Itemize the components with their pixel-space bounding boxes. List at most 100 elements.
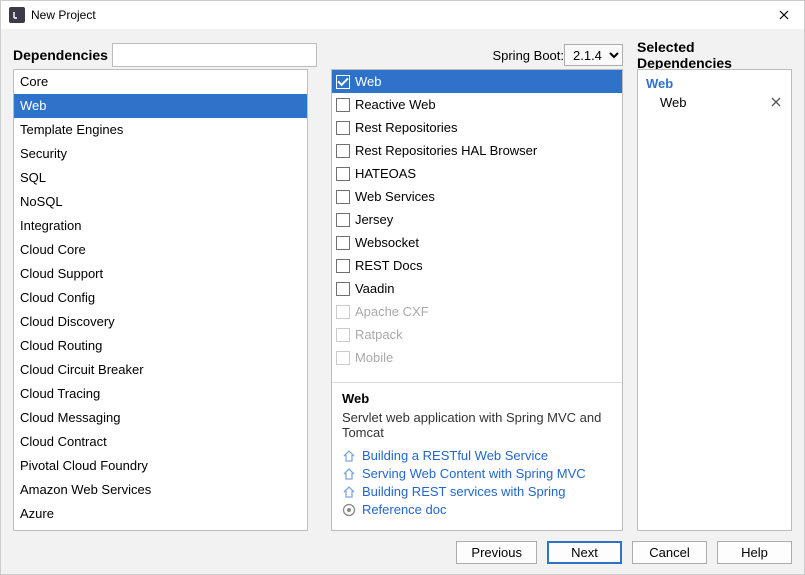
- detail-link[interactable]: Building REST services with Spring: [342, 484, 612, 499]
- dependency-label: Apache CXF: [355, 302, 429, 321]
- dependency-label: Web Services: [355, 187, 435, 206]
- dependency-checkbox: [336, 328, 350, 342]
- category-item[interactable]: Cloud Config: [14, 286, 307, 310]
- selected-item-label: Web: [646, 95, 769, 110]
- dependency-label: Reactive Web: [355, 95, 436, 114]
- dependency-item[interactable]: Vaadin: [332, 277, 622, 300]
- category-item[interactable]: Template Engines: [14, 118, 307, 142]
- search-container: [112, 43, 317, 67]
- previous-button[interactable]: Previous: [456, 541, 537, 564]
- remove-selected-button[interactable]: [769, 95, 783, 110]
- footer-buttons: Previous Next Cancel Help: [13, 531, 792, 564]
- cancel-button[interactable]: Cancel: [632, 541, 707, 564]
- titlebar: New Project: [1, 1, 804, 29]
- selected-item: Web: [638, 93, 791, 112]
- dependency-item[interactable]: Rest Repositories HAL Browser: [332, 139, 622, 162]
- close-button[interactable]: [772, 5, 796, 25]
- spring-boot-version-select[interactable]: 2.1.4: [564, 44, 623, 66]
- spring-boot-label: Spring Boot:: [492, 48, 564, 63]
- selected-dependencies-label: Selected Dependencies: [637, 39, 792, 71]
- categories-header: Dependencies: [13, 41, 317, 69]
- dependency-item[interactable]: Jersey: [332, 208, 622, 231]
- category-list[interactable]: CoreWebTemplate EnginesSecuritySQLNoSQLI…: [13, 69, 308, 531]
- detail-link-label: Reference doc: [362, 502, 447, 517]
- dependency-item[interactable]: REST Docs: [332, 254, 622, 277]
- detail-link[interactable]: Reference doc: [342, 502, 612, 517]
- category-item[interactable]: Pivotal Cloud Foundry: [14, 454, 307, 478]
- dependency-item[interactable]: Web: [332, 70, 622, 93]
- dependency-checkbox[interactable]: [336, 259, 350, 273]
- category-item[interactable]: NoSQL: [14, 190, 307, 214]
- dependency-label: REST Docs: [355, 256, 423, 275]
- home-icon: [342, 449, 356, 463]
- category-item[interactable]: Cloud Contract: [14, 430, 307, 454]
- category-item[interactable]: Cloud Core: [14, 238, 307, 262]
- dependency-item[interactable]: Reactive Web: [332, 93, 622, 116]
- category-item[interactable]: Security: [14, 142, 307, 166]
- dependency-checkbox[interactable]: [336, 190, 350, 204]
- dependency-label: Vaadin: [355, 279, 395, 298]
- dependency-detail: Web Servlet web application with Spring …: [332, 383, 622, 530]
- dependency-checkbox[interactable]: [336, 144, 350, 158]
- category-item[interactable]: Amazon Web Services: [14, 478, 307, 502]
- detail-link[interactable]: Serving Web Content with Spring MVC: [342, 466, 612, 481]
- category-item[interactable]: Cloud Routing: [14, 334, 307, 358]
- dependency-checkbox[interactable]: [336, 98, 350, 112]
- category-item[interactable]: Azure: [14, 502, 307, 526]
- detail-description: Servlet web application with Spring MVC …: [342, 410, 612, 440]
- category-item[interactable]: SQL: [14, 166, 307, 190]
- doc-icon: [342, 503, 356, 517]
- app-icon: [9, 7, 25, 23]
- selected-column: Selected Dependencies Web Web: [637, 41, 792, 531]
- dependency-label: Ratpack: [355, 325, 403, 344]
- dependency-item: Mobile: [332, 346, 622, 369]
- dependency-checkbox[interactable]: [336, 167, 350, 181]
- home-icon: [342, 485, 356, 499]
- detail-title: Web: [342, 391, 612, 406]
- dependency-checkbox[interactable]: [336, 282, 350, 296]
- category-item[interactable]: Cloud Tracing: [14, 382, 307, 406]
- dependency-list[interactable]: Web Reactive Web Rest Repositories Rest Rep…: [332, 70, 622, 383]
- category-item[interactable]: Core: [14, 70, 307, 94]
- help-button[interactable]: Help: [717, 541, 792, 564]
- dependency-item[interactable]: Rest Repositories: [332, 116, 622, 139]
- dependency-label: Jersey: [355, 210, 393, 229]
- dependency-item[interactable]: Web Services: [332, 185, 622, 208]
- category-item[interactable]: Integration: [14, 214, 307, 238]
- detail-link-label: Building REST services with Spring: [362, 484, 566, 499]
- dependencies-column: Spring Boot: 2.1.4 Web Reactive Web Rest R…: [331, 41, 623, 531]
- dialog-body: Dependencies CoreWebTemplate EnginesSecu…: [1, 29, 804, 574]
- category-item[interactable]: Cloud Messaging: [14, 406, 307, 430]
- dependency-label: HATEOAS: [355, 164, 416, 183]
- dependency-label: Web: [355, 72, 382, 91]
- category-item[interactable]: Cloud Discovery: [14, 310, 307, 334]
- dependency-label: Websocket: [355, 233, 419, 252]
- dependency-checkbox[interactable]: [336, 121, 350, 135]
- dependency-item[interactable]: Websocket: [332, 231, 622, 254]
- dependency-checkbox[interactable]: [336, 75, 350, 89]
- close-icon: [779, 10, 789, 20]
- close-icon: [771, 97, 781, 107]
- dependency-checkbox[interactable]: [336, 236, 350, 250]
- new-project-window: New Project Dependencies CoreWebTemplate…: [0, 0, 805, 575]
- dependencies-label: Dependencies: [13, 47, 108, 63]
- dependency-checkbox: [336, 305, 350, 319]
- next-button[interactable]: Next: [547, 541, 622, 564]
- home-icon: [342, 467, 356, 481]
- dependency-item: Apache CXF: [332, 300, 622, 323]
- columns: Dependencies CoreWebTemplate EnginesSecu…: [13, 41, 792, 531]
- dependency-item: Ratpack: [332, 323, 622, 346]
- category-item[interactable]: Web: [14, 94, 307, 118]
- category-item[interactable]: Cloud Circuit Breaker: [14, 358, 307, 382]
- dependency-checkbox[interactable]: [336, 213, 350, 227]
- dependency-item[interactable]: HATEOAS: [332, 162, 622, 185]
- dependency-checkbox: [336, 351, 350, 365]
- detail-link[interactable]: Building a RESTful Web Service: [342, 448, 612, 463]
- dependency-label: Rest Repositories: [355, 118, 458, 137]
- selected-header: Selected Dependencies: [637, 41, 792, 69]
- search-input[interactable]: [112, 43, 317, 67]
- category-item[interactable]: Cloud Support: [14, 262, 307, 286]
- selected-group-title: Web: [638, 70, 791, 93]
- categories-column: Dependencies CoreWebTemplate EnginesSecu…: [13, 41, 317, 531]
- detail-link-label: Serving Web Content with Spring MVC: [362, 466, 586, 481]
